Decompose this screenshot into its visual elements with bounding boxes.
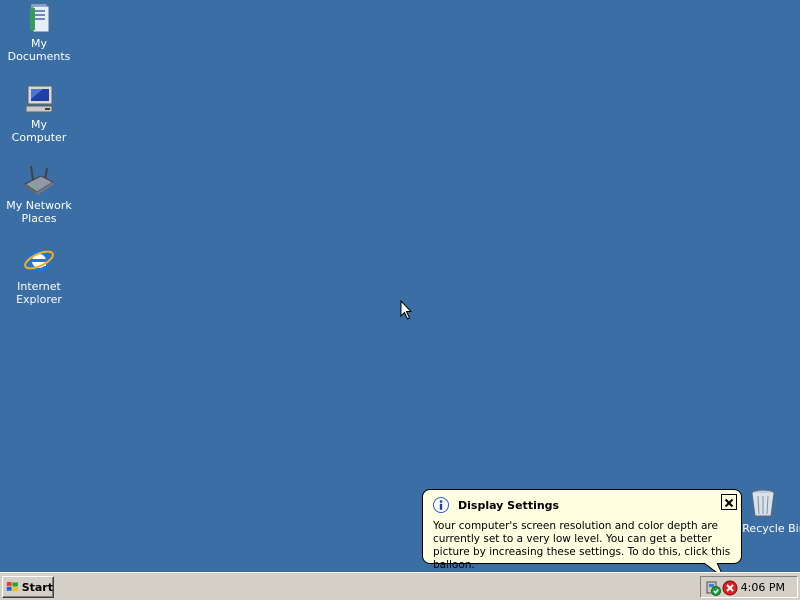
balloon-tail bbox=[703, 563, 722, 572]
desktop-icon-label: Internet Explorer bbox=[16, 280, 62, 306]
my-network-places-icon bbox=[23, 164, 55, 196]
recycle-bin-icon bbox=[747, 487, 779, 519]
desktop-icon-my-network-places[interactable]: My Network Places bbox=[0, 164, 78, 225]
mouse-cursor-icon bbox=[400, 300, 412, 320]
desktop-icon-internet-explorer[interactable]: Internet Explorer bbox=[0, 245, 78, 306]
desktop-icon-my-documents[interactable]: My Documents bbox=[0, 2, 78, 63]
info-icon bbox=[433, 497, 449, 513]
security-shield-icon[interactable] bbox=[705, 580, 721, 596]
taskbar: Start 4:06 PM bbox=[0, 572, 800, 600]
my-documents-icon bbox=[23, 2, 55, 34]
desktop-icon-label: Recycle Bin bbox=[742, 522, 800, 535]
display-settings-balloon[interactable]: Display Settings Your computer's screen … bbox=[422, 489, 742, 571]
desktop-icon-my-computer[interactable]: My Computer bbox=[0, 83, 78, 144]
balloon-close-button[interactable] bbox=[721, 494, 737, 510]
balloon-header: Display Settings bbox=[433, 496, 731, 514]
start-button[interactable]: Start bbox=[2, 576, 54, 598]
my-computer-icon bbox=[23, 83, 55, 115]
start-label: Start bbox=[21, 580, 53, 594]
close-icon bbox=[724, 498, 734, 508]
desktop[interactable]: My Documents My Computer My Network Plac… bbox=[0, 0, 800, 572]
system-tray: 4:06 PM bbox=[700, 576, 798, 598]
desktop-icon-label: My Network Places bbox=[6, 199, 72, 225]
clock[interactable]: 4:06 PM bbox=[741, 581, 785, 594]
desktop-icon-label: My Computer bbox=[11, 118, 67, 144]
desktop-icon-label: My Documents bbox=[7, 37, 71, 63]
internet-explorer-icon bbox=[23, 245, 55, 277]
balloon-title: Display Settings bbox=[458, 498, 560, 512]
windows-logo-icon bbox=[6, 581, 18, 592]
display-error-icon[interactable] bbox=[722, 580, 738, 596]
balloon-message: Your computer's screen resolution and co… bbox=[433, 520, 731, 571]
